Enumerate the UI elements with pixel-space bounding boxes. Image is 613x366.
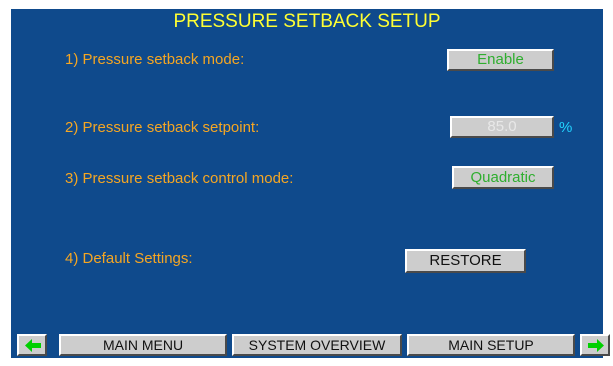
setback-mode-button[interactable]: Enable (447, 49, 554, 71)
setup-panel: PRESSURE SETBACK SETUP 1) Pressure setba… (11, 9, 603, 358)
right-arrow-icon (588, 339, 604, 352)
restore-button[interactable]: RESTORE (405, 249, 526, 273)
control-mode-label: 3) Pressure setback control mode: (65, 170, 294, 187)
setback-setpoint-input[interactable]: 85.0 (450, 116, 554, 138)
default-settings-label: 4) Default Settings: (65, 250, 193, 267)
previous-page-button[interactable] (17, 334, 47, 356)
percent-unit: % (559, 119, 573, 136)
main-setup-button[interactable]: MAIN SETUP (407, 334, 575, 356)
next-page-button[interactable] (580, 334, 610, 356)
left-arrow-icon (25, 339, 41, 352)
main-menu-button[interactable]: MAIN MENU (59, 334, 227, 356)
setback-mode-label: 1) Pressure setback mode: (65, 51, 245, 68)
control-mode-button[interactable]: Quadratic (452, 166, 554, 189)
page-title: PRESSURE SETBACK SETUP (173, 11, 441, 32)
setback-setpoint-label: 2) Pressure setback setpoint: (65, 119, 260, 136)
system-overview-button[interactable]: SYSTEM OVERVIEW (232, 334, 402, 356)
